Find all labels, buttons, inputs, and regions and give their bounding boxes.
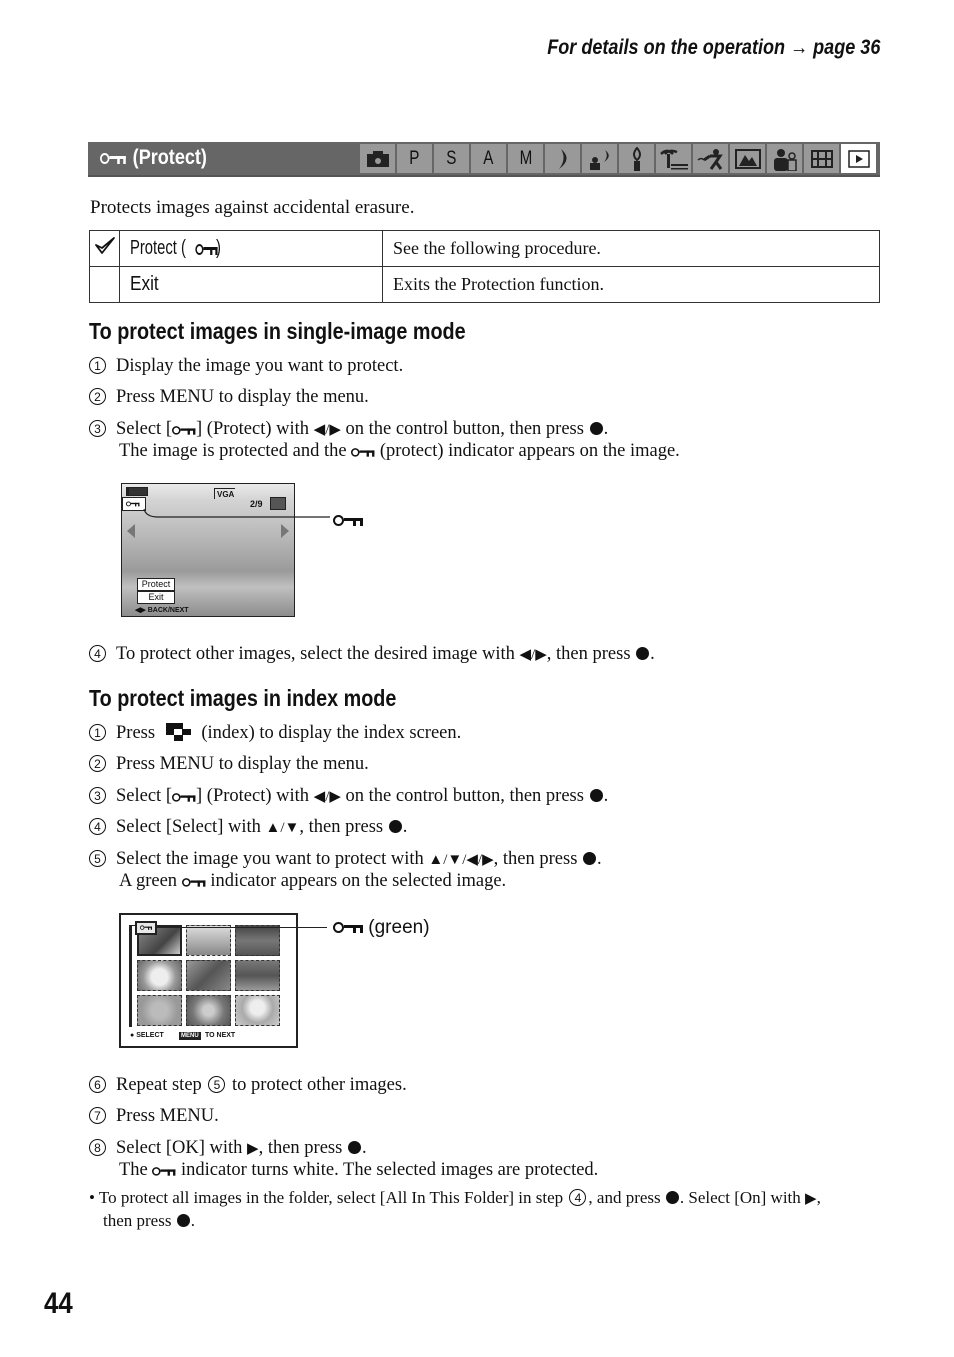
- left-right-arrow-icon: ◀/▶: [313, 422, 341, 438]
- footer-hint: ◀▶ BACK/NEXT: [135, 607, 189, 614]
- index-step-5-note: A green indicator appears on the selecte…: [119, 871, 507, 891]
- index-step-3: 3 Select [] (Protect) with ◀/▶ on the con…: [89, 785, 608, 808]
- candle-icon: [619, 144, 654, 173]
- heading-index-mode: To protect images in index mode: [89, 685, 397, 711]
- protect-key-icon: [194, 243, 218, 255]
- thumbnail: [235, 925, 280, 956]
- footer-next-hint: TO NEXT: [205, 1032, 236, 1039]
- right-arrow-icon: ▶: [805, 1191, 817, 1207]
- up-down-arrow-icon: ▲/▼: [265, 820, 300, 836]
- running-head: For details on the operation → page 36: [546, 36, 880, 59]
- bullet-note: • To protect all images in the folder, s…: [89, 1188, 821, 1230]
- left-right-arrow-icon: ◀/▶: [519, 647, 547, 663]
- protect-key-icon: [172, 425, 196, 435]
- center-button-icon: [589, 422, 603, 435]
- thumbnail: [137, 995, 182, 1026]
- page-number: 44: [44, 1287, 73, 1320]
- next-arrow-icon: [281, 524, 289, 538]
- center-button-icon: [176, 1214, 190, 1227]
- option-description: See the following procedure.: [382, 230, 880, 267]
- intro-text: Protects images against accidental erasu…: [90, 197, 415, 218]
- center-button-icon: [589, 789, 603, 802]
- green-indicator-callout: (green): [333, 917, 430, 939]
- protect-indicator-green: [135, 921, 157, 935]
- index-step-4: 4 Select [Select] with ▲/▼, then press .: [89, 816, 407, 839]
- protect-key-icon: [333, 514, 363, 527]
- thumbnail: [186, 995, 231, 1026]
- callout-line: [143, 508, 330, 518]
- option-description: Exits the Protection function.: [382, 266, 880, 303]
- section-title: (Protect): [100, 146, 207, 170]
- playback-icon: [841, 144, 876, 173]
- menu-item-exit: Exit: [137, 591, 175, 604]
- auto-camera-icon: [360, 144, 395, 173]
- thumbnail: [137, 960, 182, 991]
- single-step-1: 1 Display the image you want to protect.: [89, 355, 403, 377]
- mode-a: A: [471, 144, 506, 173]
- mode-p: P: [397, 144, 432, 173]
- twilight-portrait-icon: [582, 144, 617, 173]
- menu-item-protect: Protect: [137, 578, 175, 591]
- thumbnail: [186, 925, 231, 956]
- section-title-bar: (Protect) P S A M: [88, 142, 880, 177]
- single-step-2: 2 Press MENU to display the menu.: [89, 386, 369, 408]
- protect-key-icon: [100, 152, 126, 164]
- protect-key-icon: [152, 1166, 176, 1176]
- index-step-6: 6 Repeat step 5 to protect other images.: [89, 1074, 407, 1096]
- direction-arrows-icon: ▲/▼/◀/▶: [428, 852, 494, 868]
- thumbnail: [235, 995, 280, 1026]
- protect-key-icon: [181, 877, 206, 887]
- table-row: Exit Exits the Protection function.: [89, 266, 880, 303]
- index-screen: ● SELECT MENU TO NEXT: [119, 913, 298, 1048]
- right-arrow-icon: ▶: [247, 1141, 259, 1157]
- center-button-icon: [583, 852, 597, 865]
- index-step-8-note: The indicator turns white. The selected …: [119, 1160, 599, 1180]
- center-button-icon: [636, 647, 650, 660]
- center-button-icon: [347, 1141, 361, 1154]
- callout-line: [157, 927, 327, 928]
- index-step-5: 5 Select the image you want to protect wi…: [89, 848, 602, 871]
- landscape-icon: [730, 144, 765, 173]
- beach-icon: [656, 144, 691, 173]
- protect-key-icon: [351, 447, 375, 457]
- scrollbar: [129, 925, 132, 1027]
- center-button-icon: [388, 820, 402, 833]
- single-step-3: 3 Select [] (Protect) with ◀/▶ on the con…: [89, 418, 608, 441]
- protect-key-icon: [172, 792, 196, 802]
- menu-button-icon: MENU: [179, 1032, 201, 1040]
- index-icon: [165, 723, 191, 741]
- option-protect: Protect (): [119, 230, 383, 267]
- index-step-7: 7 Press MENU.: [89, 1105, 219, 1127]
- footer-select-hint: ● SELECT: [130, 1032, 164, 1039]
- twilight-icon: [545, 144, 580, 173]
- option-exit: Exit: [119, 266, 383, 303]
- center-button-icon: [665, 1191, 679, 1204]
- settings-table: Protect () See the following procedure. …: [89, 230, 880, 303]
- section-title-text: (Protect): [132, 146, 207, 169]
- movie-icon: [804, 144, 839, 173]
- sports-icon: [693, 144, 728, 173]
- default-check-icon: [89, 230, 120, 267]
- mode-s: S: [434, 144, 469, 173]
- thumbnail: [235, 960, 280, 991]
- index-step-1: 1 Press (index) to display the index scre…: [89, 722, 461, 744]
- heading-single-mode: To protect images in single-image mode: [89, 318, 466, 344]
- mode-m: M: [508, 144, 543, 173]
- index-step-2: 2 Press MENU to display the menu.: [89, 753, 369, 775]
- single-step-3-note: The image is protected and the (protect)…: [119, 441, 680, 461]
- single-step-4: 4 To protect other images, select the des…: [89, 643, 655, 666]
- thumbnail: [186, 960, 231, 991]
- table-row: Protect () See the following procedure.: [89, 230, 880, 267]
- mode-icon-strip: P S A M: [360, 144, 876, 173]
- previous-arrow-icon: [127, 524, 135, 538]
- portrait-icon: [767, 144, 802, 173]
- index-step-8: 8 Select [OK] with ▶, then press .: [89, 1137, 367, 1160]
- left-right-arrow-icon: ◀/▶: [313, 789, 341, 805]
- protect-key-icon: [333, 921, 363, 933]
